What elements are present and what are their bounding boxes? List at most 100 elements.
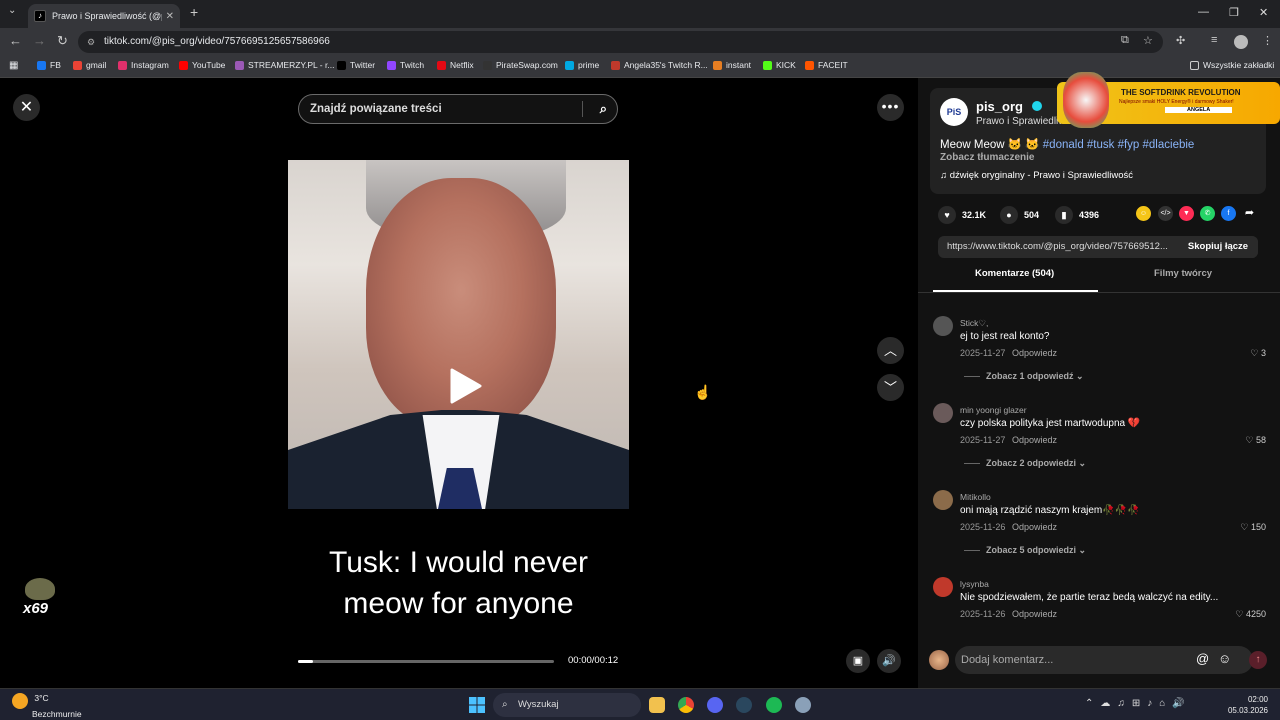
close-window-button[interactable]: ✕ <box>1259 6 1268 19</box>
next-video-button[interactable]: ﹀ <box>877 374 904 401</box>
previous-video-button[interactable]: ︿ <box>877 337 904 364</box>
tab-title: Prawo i Sprawiedliwość (@pis_... <box>52 11 162 21</box>
weather-widget[interactable]: 3°C Bezchmurnie <box>12 693 82 719</box>
see-translation-link[interactable]: Zobacz tłumaczenie <box>940 152 1034 163</box>
taskbar-clock[interactable]: 02:00 05.03.2026 <box>1228 694 1268 716</box>
emoji-icon[interactable]: ☺ <box>1218 651 1231 666</box>
reload-icon[interactable]: ↻ <box>57 33 68 49</box>
comment-like-button[interactable]: ♡ 58 <box>1245 435 1266 446</box>
comment-avatar[interactable] <box>933 403 953 423</box>
share-send-icon[interactable]: ▼ <box>1179 206 1194 221</box>
bookmark-item[interactable]: Twitter <box>337 60 375 70</box>
bookmark-favicon-icon <box>565 60 574 70</box>
browser-tab[interactable]: ♪ Prawo i Sprawiedliwość (@pis_... ✕ <box>28 4 180 28</box>
comment-avatar[interactable] <box>933 490 953 510</box>
embed-icon[interactable]: </> <box>1158 206 1173 221</box>
windows-start-icon[interactable] <box>469 697 485 713</box>
my-avatar[interactable] <box>929 650 949 670</box>
profile-avatar[interactable] <box>1234 35 1248 49</box>
bookmark-item[interactable]: FB <box>37 60 61 70</box>
volume-button[interactable]: 🔊 <box>877 649 901 673</box>
bookmark-item[interactable]: Netflix <box>437 60 474 70</box>
comment-button[interactable]: ● 504 <box>1000 206 1039 224</box>
spotify-icon[interactable] <box>766 697 782 713</box>
chrome-icon[interactable] <box>678 697 694 713</box>
close-video-button[interactable]: ✕ <box>13 94 40 121</box>
progress-bar[interactable] <box>298 660 554 663</box>
tab-creator-videos[interactable]: Filmy twórcy <box>1154 268 1212 292</box>
facebook-icon[interactable]: f <box>1221 206 1236 221</box>
system-tray-icons[interactable]: ⌃☁♫⊞♪⌂🔊 <box>1085 698 1192 709</box>
related-search-input[interactable]: Znajdź powiązane treści ⌕ <box>298 94 618 124</box>
like-button[interactable]: ♥ 32.1K <box>938 206 986 224</box>
bookmark-item[interactable]: STREAMERZY.PL - r... <box>235 60 334 70</box>
reply-button[interactable]: Odpowiedz <box>1012 348 1057 358</box>
all-bookmarks-button[interactable]: Wszystkie zakładki <box>1190 60 1274 70</box>
comment-username[interactable]: lysynba <box>960 579 989 589</box>
apps-grid-icon[interactable]: ▦ <box>9 60 18 71</box>
discord-icon[interactable] <box>707 697 723 713</box>
bookmark-item[interactable]: KICK <box>763 60 796 70</box>
reply-button[interactable]: Odpowiedz <box>1012 435 1057 445</box>
comment-like-button[interactable]: ♡ 4250 <box>1235 609 1266 620</box>
mention-icon[interactable]: @ <box>1196 651 1209 666</box>
bookmark-item[interactable]: PirateSwap.com <box>483 60 558 70</box>
install-app-icon[interactable]: ⧉ <box>1121 34 1129 47</box>
bookmark-item[interactable]: YouTube <box>179 60 225 70</box>
new-tab-button[interactable]: + <box>190 4 198 20</box>
bookmark-item[interactable]: Instagram <box>118 60 169 70</box>
author-avatar[interactable]: PiS <box>940 98 968 126</box>
comment-like-button[interactable]: ♡ 150 <box>1240 522 1266 533</box>
share-url-field[interactable]: https://www.tiktok.com/@pis_org/video/75… <box>938 236 1258 258</box>
tab-comments[interactable]: Komentarze (504) <box>975 268 1054 292</box>
copy-link-button[interactable]: Skopiuj łącze <box>1178 236 1258 258</box>
url-field[interactable]: ⚙ tiktok.com/@pis_org/video/757669512565… <box>78 31 1163 53</box>
author-username[interactable]: pis_org <box>976 99 1023 114</box>
bookmark-item[interactable]: Angela35's Twitch R... <box>611 60 708 70</box>
view-replies-button[interactable]: Zobacz 2 odpowiedzi ⌄ <box>964 458 1086 469</box>
play-icon[interactable] <box>444 366 484 406</box>
picture-in-picture-button[interactable]: ▣ <box>846 649 870 673</box>
whatsapp-icon[interactable]: ✆ <box>1200 206 1215 221</box>
ad-banner[interactable]: THE SOFTDRINK REVOLUTION Najlepsze smaki… <box>1057 72 1280 136</box>
minimize-button[interactable]: — <box>1198 6 1209 18</box>
search-icon[interactable]: ⌕ <box>600 95 607 123</box>
steam-icon[interactable] <box>736 697 752 713</box>
hashtags[interactable]: #donald #tusk #fyp #dlaciebie <box>1043 139 1195 151</box>
share-coin-icon[interactable]: ☺ <box>1136 206 1151 221</box>
site-info-icon[interactable]: ⚙ <box>87 31 95 53</box>
forward-icon[interactable]: → <box>33 33 46 48</box>
view-replies-button[interactable]: Zobacz 5 odpowiedzi ⌄ <box>964 545 1086 556</box>
tab-list-chevron-icon[interactable]: ⌄ <box>8 5 16 16</box>
taskbar-search[interactable]: ⌕ Wyszukaj <box>493 693 641 717</box>
reply-button[interactable]: Odpowiedz <box>1012 609 1057 619</box>
comment-avatar[interactable] <box>933 316 953 336</box>
bookmark-item[interactable]: instant <box>713 60 751 70</box>
send-arrow-icon[interactable]: ↑ <box>1249 651 1267 669</box>
view-replies-button[interactable]: Zobacz 1 odpowiedź ⌄ <box>964 371 1084 382</box>
comment-avatar[interactable] <box>933 577 953 597</box>
sound-link[interactable]: ♫ dźwięk oryginalny - Prawo i Sprawiedli… <box>940 170 1133 181</box>
video-player[interactable]: Tusk: I would never meow for anyone 00:0… <box>288 160 629 688</box>
save-button[interactable]: ▮ 4396 <box>1055 206 1099 224</box>
comment-username[interactable]: min yoongi glazer <box>960 405 1027 415</box>
bookmark-item[interactable]: Twitch <box>387 60 424 70</box>
comment-like-button[interactable]: ♡ 3 <box>1250 348 1266 359</box>
comment-username[interactable]: Mitikollo <box>960 492 991 502</box>
bookmark-item[interactable]: prime <box>565 60 599 70</box>
bookmark-item[interactable]: FACEIT <box>805 60 848 70</box>
close-tab-icon[interactable]: ✕ <box>166 11 174 22</box>
more-options-button[interactable]: ••• <box>877 94 904 121</box>
reply-button[interactable]: Odpowiedz <box>1012 522 1057 532</box>
back-icon[interactable]: ← <box>9 33 22 48</box>
settings-gear-icon[interactable] <box>795 697 811 713</box>
comment-username[interactable]: Stick♡, <box>960 318 988 329</box>
reading-list-icon[interactable]: ≡ <box>1211 34 1217 46</box>
share-arrow-icon[interactable]: ➦ <box>1242 206 1257 221</box>
bookmark-star-icon[interactable]: ☆ <box>1143 34 1153 47</box>
file-explorer-icon[interactable] <box>649 697 665 713</box>
extensions-icon[interactable]: ✣ <box>1176 34 1185 47</box>
restore-button[interactable]: ❐ <box>1229 6 1239 19</box>
menu-icon[interactable]: ⋮ <box>1262 34 1273 47</box>
bookmark-item[interactable]: gmail <box>73 60 106 70</box>
